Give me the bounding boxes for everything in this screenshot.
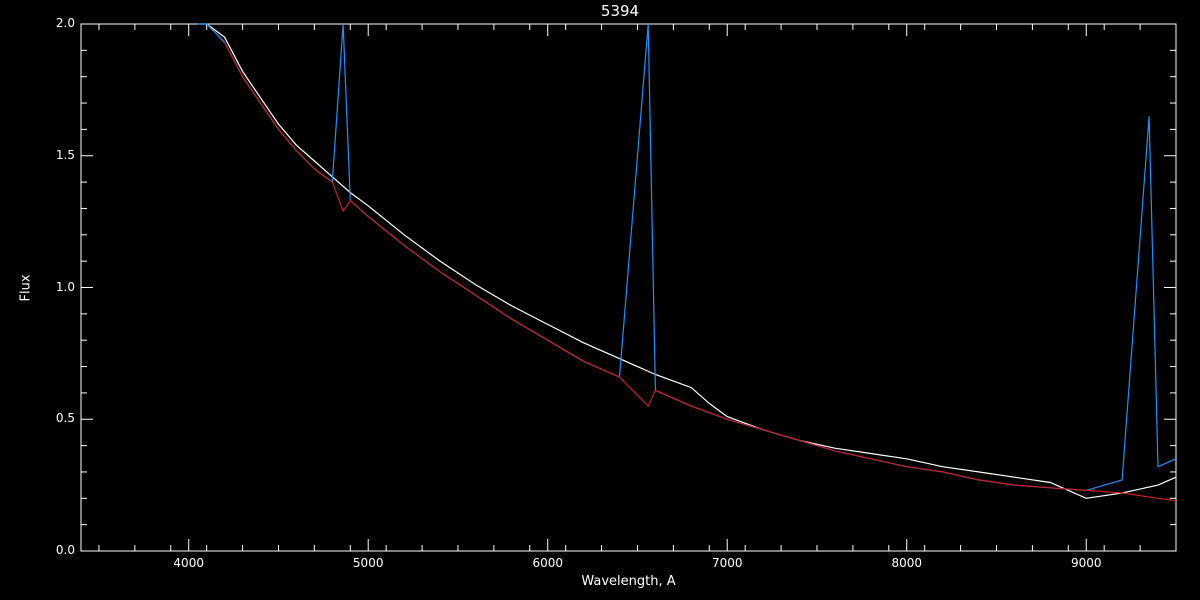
- chart-title: 5394: [600, 2, 640, 20]
- x-tick-label: 8000: [891, 556, 922, 570]
- plot-frame: [80, 23, 1177, 552]
- x-tick-label: 4000: [173, 556, 204, 570]
- series-group: [197, 23, 1177, 502]
- x-tick-label: 5000: [352, 556, 384, 570]
- axis-ticks: [81, 23, 1177, 552]
- y-tick-label: 1.5: [55, 147, 75, 162]
- x-tick-label: 6000: [532, 556, 563, 570]
- x-tick-label: 9000: [1070, 556, 1102, 570]
- x-tick-label: 7000: [711, 556, 743, 570]
- spectrum-chart: [80, 23, 1177, 552]
- y-tick-label: 1.0: [55, 279, 75, 294]
- series-line-2: [224, 42, 1177, 502]
- y-tick-label: 0.0: [55, 543, 75, 557]
- series-line-0: [197, 23, 1177, 499]
- y-tick-label: 0.5: [55, 411, 75, 426]
- series-line-1: [197, 23, 1177, 492]
- x-axis-label: Wavelength, A: [581, 574, 676, 589]
- y-tick-label: 2.0: [55, 16, 75, 30]
